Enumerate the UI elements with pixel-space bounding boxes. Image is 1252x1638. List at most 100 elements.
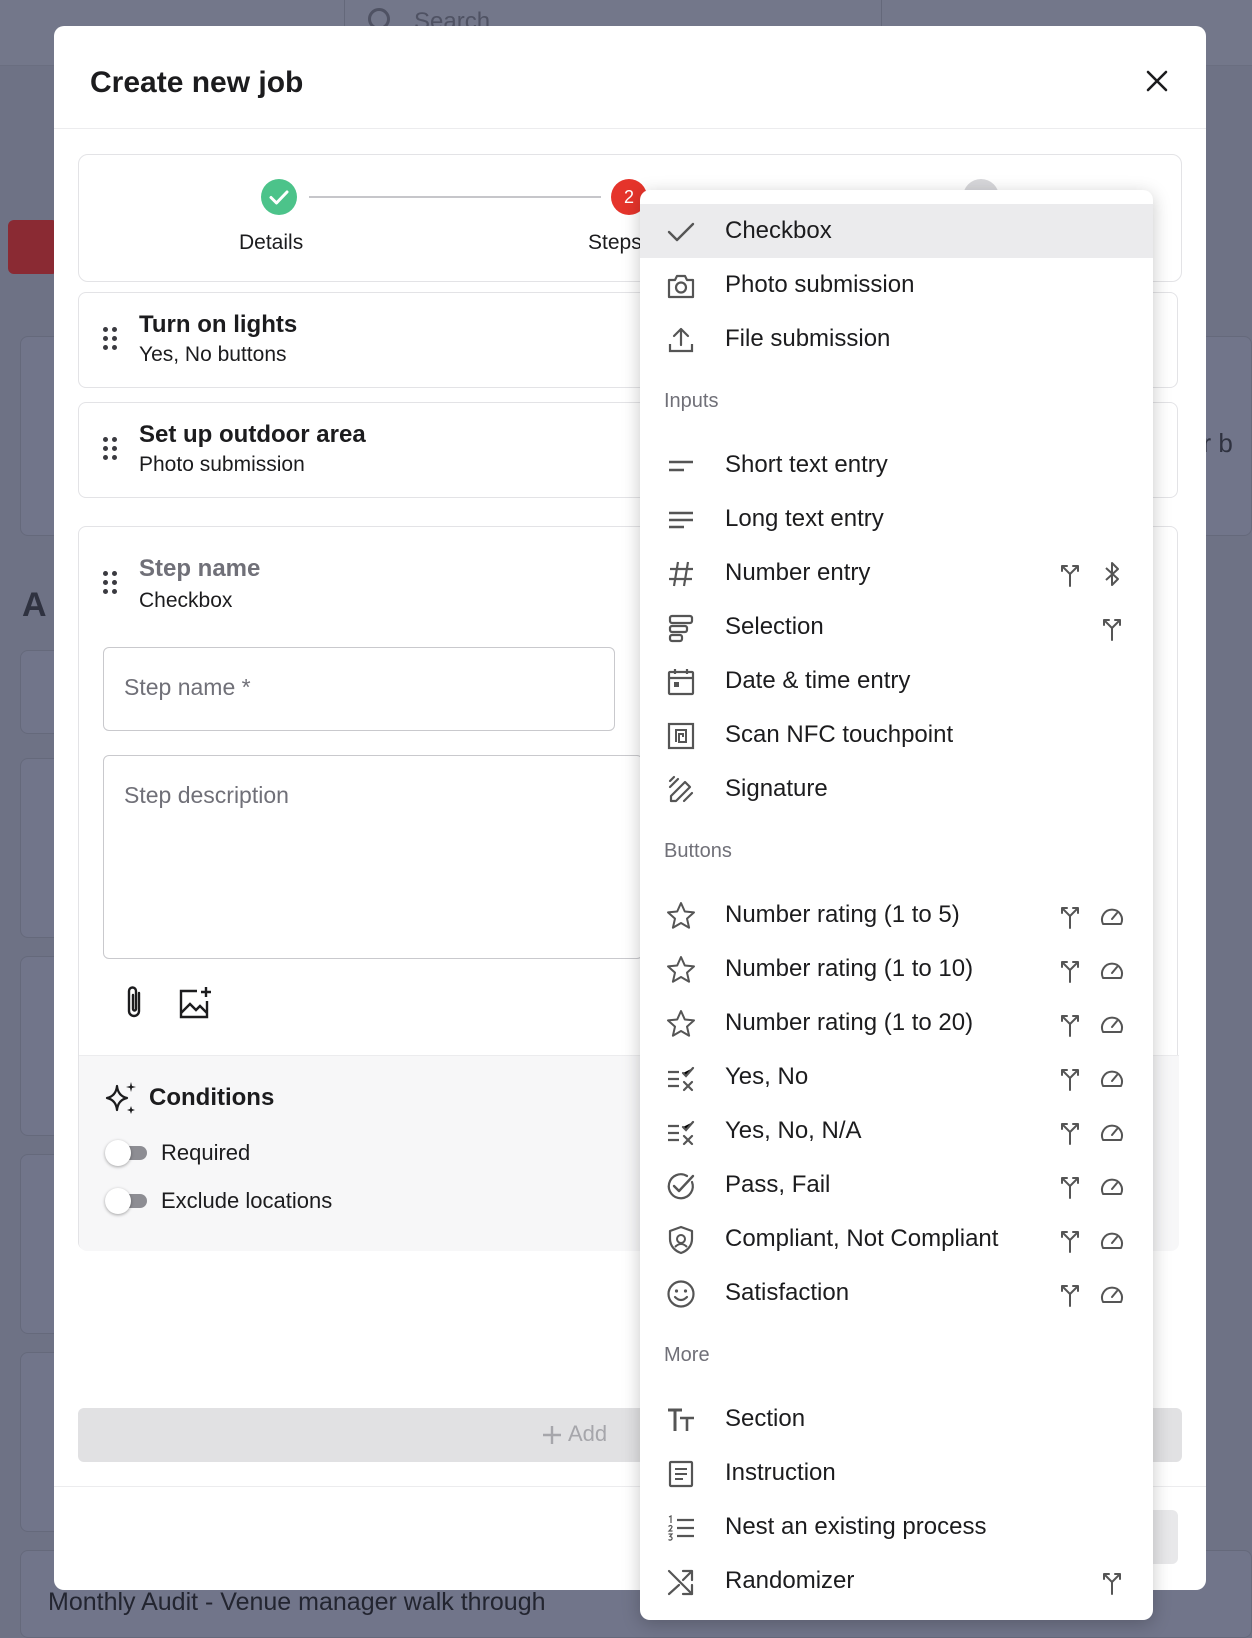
menu-item-label: Nest an existing process	[725, 1513, 987, 1540]
yes-no-icon	[668, 1120, 695, 1146]
menu-item-file-submission[interactable]: File submission	[640, 312, 1153, 366]
shield-icon	[668, 1225, 694, 1255]
bluetooth-icon	[1105, 562, 1119, 586]
step-title: Set up outdoor area	[139, 421, 366, 448]
menu-item-label: Section	[725, 1405, 806, 1432]
menu-item-pass-fail[interactable]: Pass, Fail	[640, 1158, 1153, 1212]
menu-item-short-text-entry[interactable]: Short text entry	[640, 438, 1153, 492]
gauge-icon	[1101, 1016, 1123, 1033]
menu-item-yes-no-na[interactable]: Yes, No, N/A	[640, 1104, 1153, 1158]
step-description-input[interactable]: Step description	[103, 755, 643, 959]
modal-title: Create new job	[90, 66, 304, 99]
sparkles-icon	[103, 1080, 139, 1116]
menu-item-label: Compliant, Not Compliant	[725, 1225, 999, 1252]
menu-item-section[interactable]: Section	[640, 1392, 1153, 1446]
menu-item-nest-existing-process[interactable]: Nest an existing process	[640, 1500, 1153, 1554]
add-step-label: Add	[568, 1421, 608, 1446]
branch-icon	[1061, 907, 1079, 929]
menu-item-label: Satisfaction	[725, 1279, 850, 1306]
document-icon	[668, 1460, 694, 1488]
check-icon	[269, 190, 289, 205]
menu-item-scan-nfc-touchpoint[interactable]: Scan NFC touchpoint	[640, 708, 1153, 762]
menu-item-signature[interactable]: Signature	[640, 762, 1153, 816]
gauge-icon	[1101, 962, 1123, 979]
shuffle-icon	[667, 1569, 694, 1596]
menu-item-checkbox[interactable]: Checkbox	[640, 204, 1153, 258]
hash-icon	[669, 561, 693, 587]
menu-item-label: Randomizer	[725, 1567, 855, 1594]
drag-handle-icon[interactable]	[103, 327, 117, 351]
menu-item-label: Long text entry	[725, 505, 884, 532]
menu-item-satisfaction[interactable]: Satisfaction	[640, 1266, 1153, 1320]
branch-icon	[1061, 1123, 1079, 1145]
step-description-placeholder: Step description	[124, 782, 289, 808]
menu-item-number-rating-1-10[interactable]: Number rating (1 to 10)	[640, 942, 1153, 996]
menu-item-label: Pass, Fail	[725, 1171, 831, 1198]
step-type-menu: Checkbox Photo submission File submissio…	[640, 190, 1153, 1620]
menu-item-label: Date & time entry	[725, 667, 911, 694]
long-text-icon	[669, 511, 693, 529]
menu-item-date-time-entry[interactable]: Date & time entry	[640, 654, 1153, 708]
add-image-button[interactable]	[175, 983, 215, 1023]
nfc-icon	[667, 722, 695, 750]
close-icon	[1146, 70, 1168, 92]
stepper-label-details[interactable]: Details	[239, 231, 303, 255]
menu-item-selection[interactable]: Selection	[640, 600, 1153, 654]
menu-item-number-rating-1-20[interactable]: Number rating (1 to 20)	[640, 996, 1153, 1050]
add-image-icon	[179, 987, 211, 1019]
calendar-icon	[667, 669, 695, 696]
step-type: Photo submission	[139, 453, 305, 476]
attach-file-button[interactable]	[119, 983, 151, 1023]
required-label: Required	[161, 1140, 251, 1165]
menu-item-label: Number rating (1 to 5)	[725, 901, 960, 928]
star-icon	[667, 1010, 695, 1037]
branch-icon	[1061, 1285, 1079, 1307]
numbered-list-icon	[667, 1515, 694, 1541]
menu-item-randomizer[interactable]: Randomizer	[640, 1554, 1153, 1608]
yes-no-icon	[668, 1066, 695, 1092]
menu-item-label: Number rating (1 to 10)	[725, 955, 974, 982]
menu-item-label: Yes, No	[725, 1063, 809, 1090]
menu-item-label: Short text entry	[725, 451, 888, 478]
menu-item-number-rating-1-5[interactable]: Number rating (1 to 5)	[640, 888, 1153, 942]
step-name-placeholder: Step name *	[124, 674, 251, 700]
text-size-icon	[668, 1408, 694, 1431]
step-name-input[interactable]: Step name *	[103, 647, 615, 731]
branch-icon	[1061, 1177, 1079, 1199]
drag-handle-icon[interactable]	[103, 571, 117, 595]
conditions-title: Conditions	[149, 1084, 275, 1111]
gauge-icon	[1101, 1178, 1123, 1195]
menu-item-long-text-entry[interactable]: Long text entry	[640, 492, 1153, 546]
upload-icon	[668, 327, 694, 353]
menu-section-buttons: Buttons	[664, 840, 732, 862]
menu-item-number-entry[interactable]: Number entry	[640, 546, 1153, 600]
menu-item-label: Number entry	[725, 559, 871, 586]
smiley-icon	[667, 1280, 695, 1308]
stepper-label-steps[interactable]: Steps	[588, 231, 642, 255]
selection-icon	[668, 614, 694, 643]
branch-icon	[1061, 1069, 1079, 1091]
drag-handle-icon[interactable]	[103, 437, 117, 461]
menu-section-inputs: Inputs	[664, 390, 719, 412]
step-type: Checkbox	[139, 589, 233, 612]
menu-item-photo-submission[interactable]: Photo submission	[640, 258, 1153, 312]
pass-fail-icon	[667, 1173, 695, 1200]
branch-icon	[1061, 1231, 1079, 1253]
menu-item-instruction[interactable]: Instruction	[640, 1446, 1153, 1500]
background-filter-button	[8, 220, 58, 274]
menu-item-yes-no[interactable]: Yes, No	[640, 1050, 1153, 1104]
signature-icon	[668, 775, 694, 803]
gauge-icon	[1101, 1232, 1123, 1249]
check-icon	[667, 222, 695, 242]
camera-icon	[667, 274, 695, 299]
menu-item-compliant-not-compliant[interactable]: Compliant, Not Compliant	[640, 1212, 1153, 1266]
branch-icon	[1103, 1573, 1121, 1595]
menu-item-label: File submission	[725, 325, 891, 352]
gauge-icon	[1101, 1286, 1123, 1303]
required-toggle[interactable]	[105, 1140, 147, 1166]
gauge-icon	[1101, 908, 1123, 925]
exclude-locations-toggle[interactable]	[105, 1188, 147, 1214]
menu-item-label: Checkbox	[725, 217, 832, 244]
close-button[interactable]	[1140, 64, 1174, 98]
menu-item-label: Scan NFC touchpoint	[725, 721, 954, 748]
